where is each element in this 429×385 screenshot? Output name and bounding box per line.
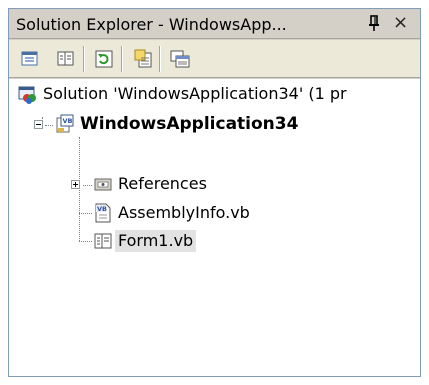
solution-tree[interactable]: Solution 'WindowsApplication34' (1 pr VB…: [9, 79, 420, 376]
properties-button[interactable]: [19, 48, 41, 70]
toolbar-separator: [83, 46, 85, 72]
properties-icon: [21, 51, 38, 66]
svg-text:VB: VB: [63, 117, 73, 125]
show-all-files-icon: [57, 51, 74, 66]
form-icon: [93, 231, 113, 251]
tree-node-label: Form1.vb: [115, 230, 197, 252]
tree-node-label: AssemblyInfo.vb: [118, 203, 250, 222]
show-all-files-button[interactable]: [55, 48, 77, 70]
tree-connector: [83, 185, 92, 186]
vb-file-icon: VB: [93, 203, 113, 223]
pin-icon[interactable]: [364, 11, 386, 35]
expand-references-toggle[interactable]: [71, 180, 80, 189]
view-designer-button[interactable]: [169, 48, 191, 70]
solution-icon: [18, 84, 38, 104]
window-title: Solution Explorer - WindowsApp...: [16, 15, 287, 34]
tree-connector: [79, 137, 80, 241]
close-button[interactable]: ×: [393, 12, 408, 34]
toolbar-separator: [159, 46, 161, 72]
collapse-project-toggle[interactable]: [34, 120, 43, 129]
tree-connector: [79, 241, 92, 242]
title-bar[interactable]: Solution Explorer - WindowsApp... ×: [9, 9, 420, 39]
refresh-button[interactable]: [93, 48, 115, 70]
references-icon: [93, 174, 113, 194]
tree-connector: [79, 213, 92, 214]
svg-text:VB: VB: [97, 205, 107, 213]
view-code-button[interactable]: [132, 48, 154, 70]
view-designer-icon: [170, 50, 190, 68]
solution-explorer-window: Solution Explorer - WindowsApp... × Solu…: [8, 8, 421, 377]
tree-node-label: References: [118, 174, 207, 193]
toolbar-separator: [121, 46, 123, 72]
toolbar: [9, 40, 420, 78]
tree-connector: [45, 125, 53, 126]
vb-project-icon: VB: [55, 114, 75, 134]
tree-node-label: Solution 'WindowsApplication34' (1 pr: [43, 84, 347, 103]
refresh-icon: [95, 50, 113, 68]
view-code-icon: [134, 49, 152, 68]
tree-node-label: WindowsApplication34: [80, 114, 299, 134]
